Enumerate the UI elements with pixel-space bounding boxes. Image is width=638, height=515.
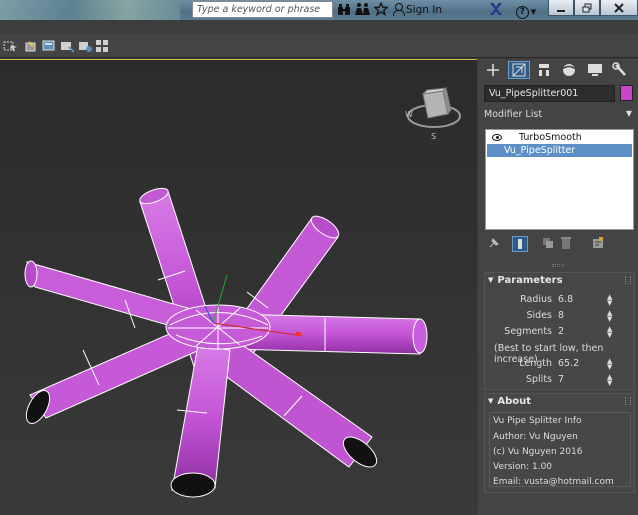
stack-item-label: Vu_PipeSplitter: [504, 145, 576, 156]
spinner-arrows-icon[interactable]: ▲ ▼: [607, 294, 612, 307]
about-version: Version: 1.00: [493, 462, 553, 472]
cube-lock-icon[interactable]: [24, 39, 38, 53]
modifier-list-dropdown[interactable]: Modifier List ▼: [484, 109, 634, 123]
about-info-title: Vu Pipe Splitter Info: [493, 416, 582, 426]
help-button[interactable]: ? ▼: [514, 2, 538, 19]
about-email: Email: vusta@hotmail.com: [493, 477, 614, 487]
stack-item-turbosmooth[interactable]: TurboSmooth: [487, 131, 632, 144]
eye-icon[interactable]: [492, 134, 502, 141]
about-rollout: ▼ About Vu Pipe Splitter Info Author: Vu …: [484, 393, 635, 493]
configure-sets-icon[interactable]: [590, 236, 606, 252]
spinner-arrows-icon[interactable]: ▲ ▼: [607, 310, 612, 323]
parameters-rollout: ▼ Parameters Radius 6.8 ▲ ▼ Sides 8 ▲ ▼ Seg…: [484, 272, 635, 390]
title-bar: Type a keyword or phrase Sign In ? ▼: [0, 0, 638, 20]
segments-param: Segments 2 ▲ ▼: [485, 325, 636, 339]
stack-item-label: TurboSmooth: [519, 132, 582, 143]
segments-label: Segments: [504, 326, 552, 337]
radius-param: Radius 6.8 ▲ ▼: [485, 293, 636, 307]
motion-icon[interactable]: [558, 61, 580, 79]
about-copyright: (c) Vu Nguyen 2016: [493, 447, 583, 457]
about-info-group: Vu Pipe Splitter Info Author: Vu Nguyen …: [489, 412, 631, 487]
collapse-icon: ▼: [488, 276, 494, 284]
create-icon[interactable]: [482, 61, 504, 79]
restore-icon: [582, 3, 592, 13]
collapse-icon: ▼: [488, 397, 494, 405]
length-spinner[interactable]: 65.2: [558, 357, 579, 371]
command-panel-tabs: [478, 59, 638, 81]
community-icon[interactable]: [355, 2, 371, 18]
length-param: Length 65.2 ▲ ▼: [485, 357, 636, 371]
layer-icon[interactable]: [42, 39, 56, 53]
panel-divider: [552, 264, 564, 267]
layer-add-icon[interactable]: [60, 39, 75, 53]
close-button[interactable]: [600, 0, 638, 16]
grid-icon[interactable]: [95, 39, 109, 53]
viewport-scene[interactable]: W S: [0, 60, 477, 515]
minimize-icon: [557, 10, 565, 12]
about-author: Author: Vu Nguyen: [493, 432, 578, 442]
parameters-rollout-header[interactable]: ▼ Parameters: [485, 273, 634, 288]
hierarchy-icon[interactable]: [533, 61, 555, 79]
command-panel: Vu_PipeSplitter001 Modifier List ▼ Turbo…: [478, 59, 638, 515]
radius-spinner[interactable]: 6.8: [558, 293, 573, 307]
sides-label: Sides: [526, 310, 553, 321]
modifier-stack[interactable]: TurboSmooth Vu_PipeSplitter: [485, 129, 634, 230]
main-toolbar: [0, 34, 638, 58]
parameters-title: Parameters: [497, 275, 563, 286]
modifier-list-label: Modifier List: [484, 109, 543, 120]
title-bar-background: [0, 0, 180, 20]
spinner-arrows-icon[interactable]: ▲ ▼: [607, 326, 612, 339]
select-link-icon[interactable]: [2, 39, 18, 53]
sign-in-button[interactable]: Sign In: [393, 2, 442, 18]
restore-button[interactable]: [574, 0, 600, 16]
show-end-result-icon[interactable]: [512, 236, 528, 252]
radius-label: Radius: [520, 294, 552, 305]
remove-modifier-icon[interactable]: [558, 236, 574, 252]
object-name-field[interactable]: Vu_PipeSplitter001: [484, 85, 615, 102]
scene-explorer-icon[interactable]: [78, 39, 92, 53]
chevron-down-icon: ▼: [625, 109, 632, 118]
help-icon: ?: [515, 6, 529, 19]
spinner-arrows-icon[interactable]: ▲ ▼: [607, 358, 612, 371]
length-label: Length: [519, 358, 552, 369]
exchange-icon[interactable]: [489, 2, 503, 18]
display-icon[interactable]: [584, 61, 606, 79]
chevron-down-icon: ▼: [530, 8, 537, 16]
stack-toolbar: [484, 234, 634, 254]
spinner-arrows-icon[interactable]: ▲ ▼: [607, 374, 612, 387]
utilities-icon[interactable]: [609, 61, 631, 79]
about-title: About: [497, 396, 532, 407]
grip-icon: [625, 397, 631, 405]
make-unique-icon[interactable]: [540, 236, 556, 252]
sign-in-label: Sign In: [406, 4, 442, 16]
splits-label: Splits: [525, 374, 552, 385]
splits-param: Splits 7 ▲ ▼: [485, 373, 636, 387]
search-input[interactable]: Type a keyword or phrase: [192, 1, 333, 18]
sides-param: Sides 8 ▲ ▼: [485, 309, 636, 323]
close-icon: [614, 3, 624, 13]
stack-item-pipesplitter[interactable]: Vu_PipeSplitter: [487, 144, 632, 157]
pin-stack-icon[interactable]: [486, 236, 502, 252]
modify-icon[interactable]: [508, 61, 530, 79]
minimize-button[interactable]: [548, 0, 574, 16]
viewcube-south-label: S: [431, 132, 436, 141]
perspective-viewport[interactable]: W S: [0, 59, 477, 515]
segments-spinner[interactable]: 2: [558, 325, 564, 339]
star-icon[interactable]: [373, 1, 389, 18]
binoculars-icon[interactable]: [337, 2, 351, 18]
user-icon: [393, 3, 405, 16]
grip-icon: [625, 276, 631, 284]
object-color-swatch[interactable]: [620, 85, 633, 101]
about-rollout-header[interactable]: ▼ About: [485, 394, 634, 409]
menu-strip: [0, 20, 638, 34]
splits-spinner[interactable]: 7: [558, 373, 564, 387]
viewcube-west-label: W: [405, 110, 413, 119]
sides-spinner[interactable]: 8: [558, 309, 564, 323]
